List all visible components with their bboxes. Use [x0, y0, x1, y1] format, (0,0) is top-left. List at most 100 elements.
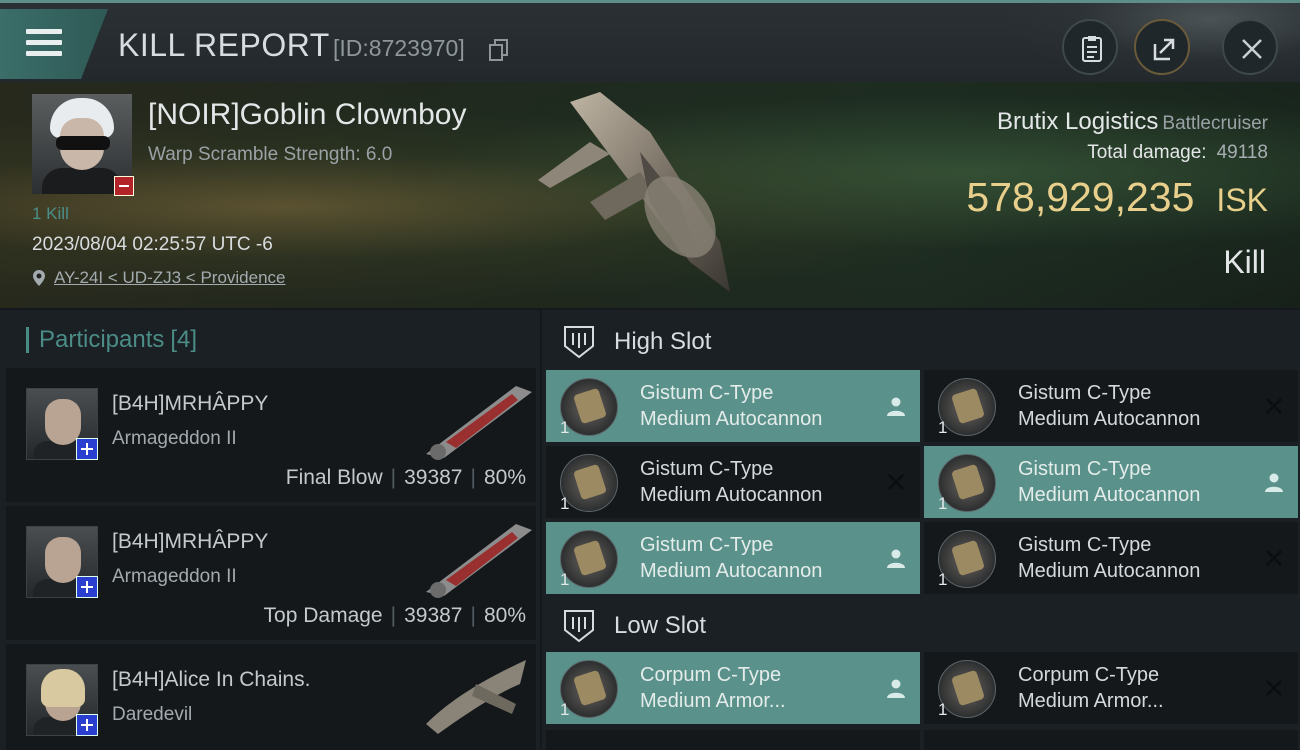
- share-icon: [1153, 38, 1175, 61]
- kill-banner: [NOIR]Goblin Clownboy Warp Scramble Stre…: [0, 82, 1300, 308]
- isk-unit: ISK: [1216, 182, 1268, 218]
- module-name: Gistum C-Type: [1018, 534, 1152, 556]
- destroyed-x-icon: [1266, 550, 1282, 566]
- victim-kill-count: 1 Kill: [32, 204, 69, 223]
- victim-name[interactable]: [NOIR]Goblin Clownboy: [148, 98, 466, 132]
- ship-class: Battlecruiser: [1162, 113, 1268, 134]
- participant-name[interactable]: [B4H]Alice In Chains.: [112, 668, 310, 692]
- location-pin-icon: [33, 270, 45, 286]
- victim-ship-image[interactable]: [530, 92, 750, 302]
- participant-ship: Armageddon II: [112, 566, 237, 587]
- destroyed-x-icon: [1266, 680, 1282, 696]
- module-item[interactable]: 1 Corpum C-Type Medium Armor...: [546, 652, 920, 724]
- participants-count: [4]: [170, 326, 198, 353]
- page-title: KILL REPORT: [118, 27, 330, 63]
- hostile-standing-icon: [114, 176, 134, 196]
- module-type: Medium Autocannon: [1018, 484, 1201, 506]
- participant-ship-image: [426, 660, 526, 734]
- module-item[interactable]: 1 Gistum C-Type Medium Autocannon: [546, 370, 920, 442]
- isk-amount: 578,929,235: [966, 174, 1195, 220]
- module-quantity: 1: [938, 570, 948, 589]
- participant-name[interactable]: [B4H]MRHÂPPY: [112, 530, 268, 554]
- low-slot-label: Low Slot: [614, 612, 707, 639]
- ship-type[interactable]: Brutix Logistics: [997, 108, 1158, 135]
- module-name: Gistum C-Type: [640, 382, 774, 404]
- destroyed-x-icon: [1266, 398, 1282, 414]
- participant-damage: 39387: [404, 604, 463, 627]
- friendly-standing-icon: [76, 576, 98, 598]
- dropped-person-icon: [887, 549, 905, 568]
- module-type: Medium Autocannon: [640, 408, 823, 430]
- dropped-person-icon: [887, 679, 905, 698]
- module-item[interactable]: 1 Gistum C-Type Medium Autocannon: [924, 370, 1298, 442]
- header-bar: KILL REPORT [ID:8723970]: [0, 0, 1300, 85]
- isk-value: 578,929,235 ISK: [966, 174, 1268, 221]
- close-button[interactable]: [1222, 19, 1278, 75]
- menu-icon: [26, 29, 62, 57]
- module-item[interactable]: 1 Gistum C-Type Medium Autocannon: [924, 522, 1298, 594]
- clipboard-button[interactable]: [1062, 19, 1118, 75]
- module-name: Gistum C-Type: [640, 534, 774, 556]
- module-type: Medium Autocannon: [1018, 560, 1201, 582]
- clipboard-icon: [1082, 36, 1102, 62]
- module-quantity: 1: [560, 418, 570, 437]
- module-quantity: 1: [560, 570, 570, 589]
- module-quantity: 1: [938, 700, 948, 719]
- module-name: Gistum C-Type: [640, 458, 774, 480]
- module-item[interactable]: 1 Gistum C-Type Medium Autocannon: [924, 446, 1298, 518]
- friendly-standing-icon: [76, 714, 98, 736]
- module-name: Gistum C-Type: [1018, 458, 1152, 480]
- participant-tag: Final Blow: [285, 466, 383, 489]
- participant-tag: Top Damage: [263, 604, 383, 627]
- module-name: Gistum C-Type: [1018, 382, 1152, 404]
- kill-type-label: Kill: [1223, 244, 1266, 280]
- participants-label: Participants: [39, 326, 165, 353]
- participant-card[interactable]: [B4H]MRHÂPPY Armageddon II Final Blow | 3…: [6, 368, 536, 502]
- module-name: Corpum C-Type: [640, 664, 782, 686]
- participant-damage: 39387: [404, 466, 463, 489]
- module-quantity: 1: [938, 418, 948, 437]
- share-button[interactable]: [1134, 19, 1190, 75]
- dropped-person-icon: [887, 397, 905, 416]
- warp-scramble-strength: Warp Scramble Strength: 6.0: [148, 144, 393, 165]
- participant-ship-image: [426, 524, 532, 598]
- participants-header[interactable]: Participants [4]: [26, 326, 197, 354]
- participant-card[interactable]: [B4H]Alice In Chains. Daredevil: [6, 644, 536, 750]
- total-damage-label: Total damage:: [1087, 142, 1207, 163]
- module-type: Medium Armor...: [640, 690, 786, 712]
- location-link[interactable]: AY-24I < UD-ZJ3 < Providence: [54, 268, 286, 288]
- menu-button[interactable]: [0, 9, 108, 79]
- friendly-standing-icon: [76, 438, 98, 460]
- module-item[interactable]: 1 Corpum C-Type Medium Armor...: [924, 652, 1298, 724]
- participant-ship-image: [426, 386, 532, 460]
- module-type: Medium Autocannon: [1018, 408, 1201, 430]
- participant-percent: 80%: [483, 466, 526, 489]
- module-item-partial[interactable]: [546, 730, 920, 750]
- high-slot-label: High Slot: [614, 328, 712, 355]
- module-item[interactable]: 1 Gistum C-Type Medium Autocannon: [546, 522, 920, 594]
- high-slot-icon: [564, 326, 594, 359]
- module-name: Corpum C-Type: [1018, 664, 1160, 686]
- participant-stats: Top Damage | 39387 | 80%: [263, 604, 526, 627]
- victim-ship-name: Brutix Logistics Battlecruiser: [997, 108, 1268, 136]
- participant-ship: Daredevil: [112, 704, 193, 725]
- report-id: [ID:8723970]: [333, 35, 465, 61]
- kill-timestamp: 2023/08/04 02:25:57 UTC -6: [32, 234, 273, 255]
- high-slot-header: High Slot: [562, 320, 711, 364]
- kill-location[interactable]: AY-24I < UD-ZJ3 < Providence: [32, 268, 286, 288]
- participant-ship: Armageddon II: [112, 428, 237, 449]
- participant-name[interactable]: [B4H]MRHÂPPY: [112, 392, 268, 416]
- module-item-partial[interactable]: [924, 730, 1298, 750]
- module-item[interactable]: 1 Gistum C-Type Medium Autocannon: [546, 446, 920, 518]
- fitting-panel: High Slot 1 Gistum C-Type Medium Autocan…: [542, 310, 1300, 750]
- copy-icon[interactable]: [489, 39, 509, 61]
- low-slot-icon: [564, 610, 594, 643]
- participant-card[interactable]: [B4H]MRHÂPPY Armageddon II Top Damage | 3…: [6, 506, 536, 640]
- low-slot-header: Low Slot: [562, 604, 706, 648]
- close-icon: [1242, 39, 1262, 59]
- module-quantity: 1: [938, 494, 948, 513]
- total-damage: Total damage: 49118: [1087, 142, 1268, 164]
- total-damage-value: 49118: [1216, 142, 1268, 163]
- participant-percent: 80%: [483, 604, 526, 627]
- participants-panel: Participants [4] [B4H]MRHÂPPY Armageddon…: [0, 310, 540, 750]
